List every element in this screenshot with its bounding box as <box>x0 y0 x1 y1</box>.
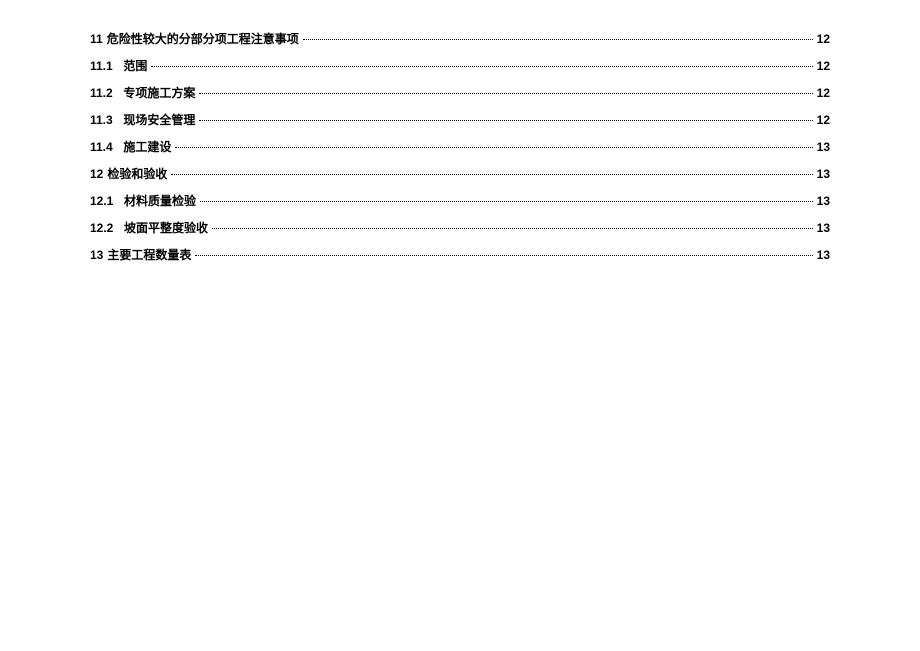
toc-number: 11.1 <box>90 59 113 73</box>
toc-page: 13 <box>817 221 830 235</box>
toc-title: 专项施工方案 <box>123 84 195 101</box>
toc-title: 坡面平整度验收 <box>124 219 208 236</box>
toc-dots <box>175 147 812 148</box>
toc-dots <box>200 201 813 202</box>
toc-entry: 13 主要工程数量表 13 <box>90 246 830 263</box>
toc-entry: 12 检验和验收 13 <box>90 165 830 182</box>
toc-number: 12.2 <box>90 221 113 235</box>
toc-dots <box>199 93 812 94</box>
toc-number: 13 <box>90 248 103 262</box>
toc-number: 12.1 <box>90 194 113 208</box>
toc-title: 检验和验收 <box>107 165 167 182</box>
toc-title: 现场安全管理 <box>123 111 195 128</box>
toc-number: 11.2 <box>90 86 113 100</box>
toc-dots <box>199 120 812 121</box>
toc-entry: 11.3 现场安全管理 12 <box>90 111 830 128</box>
table-of-contents: 11危险性较大的分部分项工程注意事项1211.1 范围1211.2 专项施工方案… <box>90 30 830 263</box>
toc-page: 12 <box>817 59 830 73</box>
toc-number: 11 <box>90 32 103 46</box>
toc-dots <box>171 174 812 175</box>
toc-page: 13 <box>817 140 830 154</box>
toc-page: 12 <box>817 113 830 127</box>
toc-page: 12 <box>817 32 830 46</box>
toc-page: 13 <box>817 194 830 208</box>
toc-dots <box>195 255 812 256</box>
toc-dots <box>151 66 812 67</box>
toc-page: 13 <box>817 248 830 262</box>
toc-title: 危险性较大的分部分项工程注意事项 <box>107 30 299 47</box>
toc-number: 11.4 <box>90 140 113 154</box>
toc-entry: 11.4 施工建设 13 <box>90 138 830 155</box>
toc-dots <box>303 39 813 40</box>
toc-dots <box>212 228 813 229</box>
toc-number: 11.3 <box>90 113 113 127</box>
toc-entry: 12.1 材料质量检验 13 <box>90 192 830 209</box>
toc-page: 12 <box>817 86 830 100</box>
toc-number: 12 <box>90 167 103 181</box>
toc-title: 主要工程数量表 <box>107 246 191 263</box>
toc-title: 范围 <box>123 57 147 74</box>
toc-entry: 11.1 范围 12 <box>90 57 830 74</box>
toc-entry: 12.2 坡面平整度验收 13 <box>90 219 830 236</box>
toc-title: 施工建设 <box>123 138 171 155</box>
toc-entry: 11 危险性较大的分部分项工程注意事项 12 <box>90 30 830 47</box>
toc-page: 13 <box>817 167 830 181</box>
toc-title: 材料质量检验 <box>124 192 196 209</box>
toc-entry: 11.2 专项施工方案 12 <box>90 84 830 101</box>
